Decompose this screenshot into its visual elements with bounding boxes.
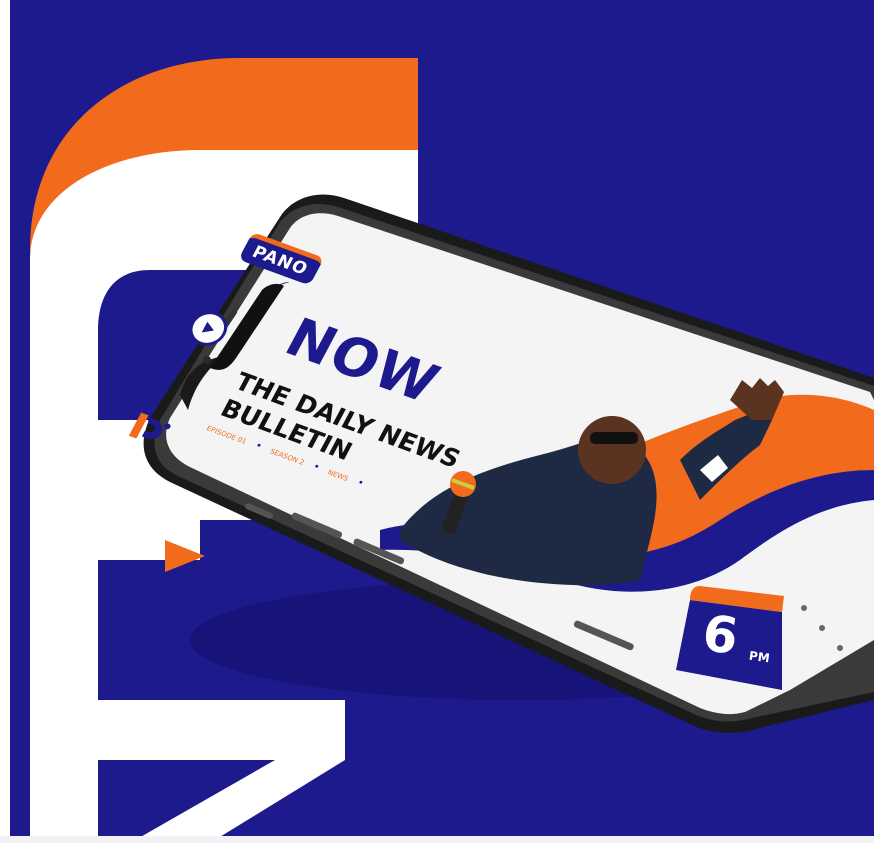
meta-separator: • bbox=[354, 477, 366, 490]
promo-artwork: 6 PM PANO NOW THE DAILY NEWS BULLETIN EP… bbox=[0, 0, 874, 843]
play-icon bbox=[201, 321, 214, 333]
category-label: NEWS bbox=[326, 468, 351, 483]
meta-separator: • bbox=[310, 461, 322, 474]
meta-separator: • bbox=[253, 440, 264, 453]
